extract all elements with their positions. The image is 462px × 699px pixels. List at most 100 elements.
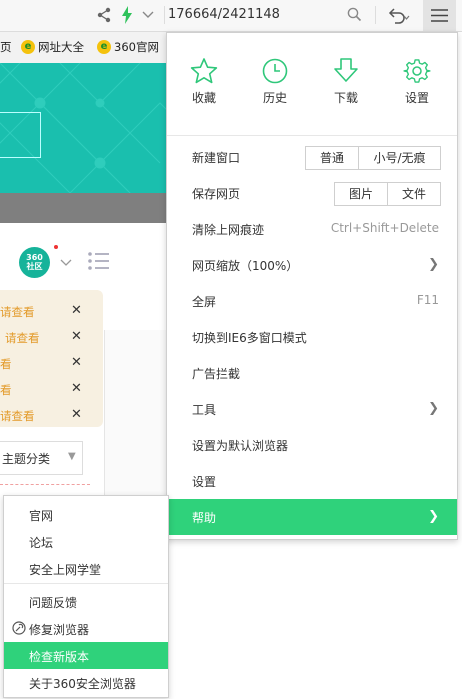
theme-category-select[interactable]: 主题分类 ▼ — [0, 441, 83, 475]
submenu-item-about[interactable]: 关于360安全浏览器 — [4, 669, 168, 696]
close-icon[interactable]: ✕ — [71, 381, 82, 396]
chevron-down-icon[interactable] — [142, 9, 154, 23]
submenu-separator — [4, 583, 168, 584]
submenu-item-label: 安全上网学堂 — [29, 563, 102, 577]
menu-item-zoom[interactable]: 网页缩放（100%） ❯ — [167, 247, 457, 283]
address-text: 176664/2421148 — [168, 7, 280, 22]
address-bar[interactable]: 176664/2421148 — [168, 4, 374, 26]
bookmark-item[interactable]: e 360官网 — [97, 39, 159, 55]
favorites-button[interactable]: 收藏 — [174, 57, 234, 106]
theme-select-value: 主题分类 — [2, 452, 51, 466]
chevron-right-icon: ❯ — [428, 509, 439, 524]
submenu-item-label: 官网 — [29, 509, 54, 523]
menu-item-label: 全屏 — [192, 295, 217, 309]
history-button[interactable]: 历史 — [245, 57, 305, 106]
site-favicon-icon: e — [21, 40, 35, 54]
notice-text: 请查看 — [5, 331, 40, 345]
new-window-incognito-button[interactable]: 小号/无痕 — [358, 147, 440, 169]
menu-item-ie6-mode[interactable]: 切换到IE6多窗口模式 — [167, 319, 457, 355]
main-menu: 收藏 历史 下载 设置 新建窗口 普通 小号/无痕 保存网页 图片 文件 清除上… — [166, 32, 458, 540]
chevron-right-icon: ❯ — [428, 257, 439, 272]
community-badge[interactable]: 360 社区 — [19, 247, 50, 278]
menu-item-save-page: 保存网页 图片 文件 — [167, 175, 457, 211]
list-item[interactable]: 请查看 ✕ — [0, 402, 100, 428]
submenu-item-label: 检查新版本 — [29, 650, 90, 664]
save-as-image-button[interactable]: 图片 — [335, 183, 387, 205]
star-icon — [190, 58, 218, 84]
close-icon[interactable]: ✕ — [71, 329, 82, 344]
submenu-item-official-site[interactable]: 官网 — [4, 501, 168, 528]
menu-item-ad-block[interactable]: 广告拦截 — [167, 355, 457, 391]
bookmark-bar: 页 e 网址大全 e 360官网 — [0, 32, 166, 64]
toolbar-divider — [375, 6, 376, 24]
save-page-options: 图片 文件 — [334, 182, 441, 206]
undo-icon[interactable] — [388, 5, 410, 28]
menu-item-clear-history[interactable]: 清除上网痕迹 Ctrl+Shift+Delete — [167, 211, 457, 247]
submenu-item-repair-browser[interactable]: 修复浏览器 — [4, 615, 168, 642]
menu-item-label: 清除上网痕迹 — [192, 223, 265, 237]
menu-item-settings[interactable]: 设置 — [167, 463, 457, 499]
list-icon[interactable] — [88, 252, 110, 273]
quick-action-label: 收藏 — [191, 91, 216, 105]
settings-button[interactable]: 设置 — [387, 57, 447, 106]
menu-item-label: 切换到IE6多窗口模式 — [192, 331, 307, 345]
notification-dot — [54, 245, 58, 249]
community-badge-text: 360 社区 — [26, 253, 43, 271]
quick-action-label: 下载 — [333, 91, 358, 105]
save-as-file-button[interactable]: 文件 — [387, 183, 440, 205]
bookmark-item[interactable]: 页 — [0, 39, 12, 55]
close-icon[interactable]: ✕ — [71, 303, 82, 318]
menu-item-label: 设置 — [192, 475, 217, 489]
new-window-normal-button[interactable]: 普通 — [306, 147, 358, 169]
clock-icon — [262, 58, 288, 84]
page-grey-band — [0, 193, 166, 223]
menu-item-new-window: 新建窗口 普通 小号/无痕 — [167, 139, 457, 175]
menu-item-label: 网页缩放（100%） — [192, 259, 299, 273]
page-panel — [104, 330, 167, 500]
notice-text: 请查看 — [0, 305, 35, 319]
notice-text: 看 — [0, 357, 12, 371]
quick-action-label: 历史 — [262, 91, 287, 105]
bookmark-label: 页 — [0, 40, 12, 54]
menu-item-tools[interactable]: 工具 ❯ — [167, 391, 457, 427]
submenu-item-feedback[interactable]: 问题反馈 — [4, 588, 168, 615]
help-submenu: 官网 论坛 安全上网学堂 问题反馈 修复浏览器 检查新版本 关于360安全浏览器 — [3, 495, 169, 698]
new-window-options: 普通 小号/无痕 — [305, 146, 441, 170]
lightning-icon[interactable] — [121, 6, 133, 27]
close-icon[interactable]: ✕ — [71, 407, 82, 422]
share-icon[interactable] — [97, 7, 111, 26]
menu-item-label: 广告拦截 — [192, 367, 241, 381]
menu-item-label: 新建窗口 — [192, 151, 241, 165]
menu-separator — [167, 135, 457, 136]
browser-toolbar: 176664/2421148 — [0, 0, 462, 32]
bookmark-item[interactable]: e 网址大全 — [21, 39, 84, 55]
list-item[interactable]: 请查看 ✕ — [0, 324, 100, 350]
list-item[interactable]: 看 ✕ — [0, 376, 100, 402]
menu-item-shortcut: F11 — [416, 293, 439, 307]
search-icon[interactable] — [347, 7, 362, 25]
submenu-item-forum[interactable]: 论坛 — [4, 528, 168, 555]
notice-text: 看 — [0, 383, 12, 397]
bookmark-label: 360官网 — [114, 40, 159, 54]
list-item[interactable]: 看 ✕ — [0, 350, 100, 376]
menu-item-set-default-browser[interactable]: 设置为默认浏览器 — [167, 427, 457, 463]
caret-down-icon: ▼ — [68, 451, 76, 462]
list-item[interactable]: 请查看 ✕ — [0, 298, 100, 324]
quick-action-label: 设置 — [404, 91, 429, 105]
chevron-down-icon[interactable] — [60, 257, 72, 271]
submenu-item-security-academy[interactable]: 安全上网学堂 — [4, 555, 168, 582]
chevron-right-icon: ❯ — [428, 401, 439, 416]
download-icon — [334, 58, 358, 82]
site-favicon-icon: e — [97, 40, 111, 54]
menu-icon — [431, 8, 448, 26]
menu-item-fullscreen[interactable]: 全屏 F11 — [167, 283, 457, 319]
menu-item-help[interactable]: 帮助 ❯ — [167, 499, 457, 535]
close-icon[interactable]: ✕ — [71, 355, 82, 370]
downloads-button[interactable]: 下载 — [316, 57, 376, 106]
banner-frame — [0, 112, 41, 158]
menu-button[interactable] — [423, 0, 456, 31]
submenu-item-label: 修复浏览器 — [29, 623, 90, 637]
menu-item-shortcut: Ctrl+Shift+Delete — [330, 221, 439, 235]
submenu-item-check-update[interactable]: 检查新版本 — [4, 642, 168, 669]
dashed-divider — [0, 484, 90, 485]
